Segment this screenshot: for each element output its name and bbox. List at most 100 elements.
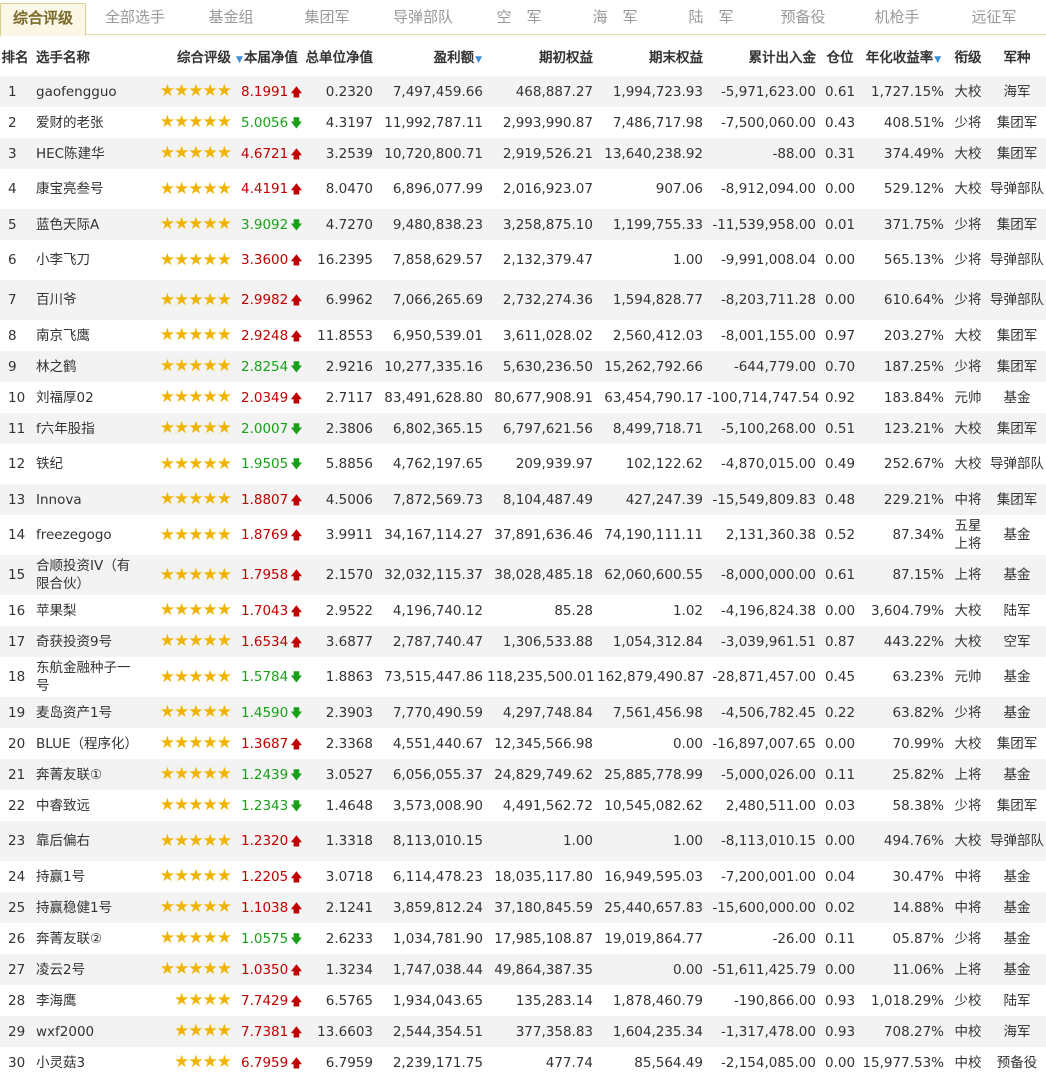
player-name-link[interactable]: 百川爷: [30, 280, 142, 320]
player-name-link[interactable]: BLUE（程序化）: [30, 728, 142, 759]
total-nav-cell: 2.6233: [301, 923, 377, 954]
net-flow-cell: -15,549,809.83: [707, 484, 820, 515]
total-nav-cell: 6.5765: [301, 985, 377, 1016]
player-name-link[interactable]: 持赢1号: [30, 861, 142, 892]
arrow-down-icon: 🡇: [290, 457, 303, 471]
player-name-link[interactable]: 合顺投资IV（有限合伙）: [30, 555, 142, 595]
player-name-link[interactable]: 小李飞刀: [30, 240, 142, 280]
nav-cell: 1.5784 🡇: [235, 657, 303, 697]
player-name-link[interactable]: 李海鹰: [30, 985, 142, 1016]
end-equity-cell: 1,878,460.79: [597, 985, 707, 1016]
position-cell: 0.43: [820, 107, 860, 138]
col-header-profit-label[interactable]: 盈利额: [434, 50, 475, 66]
total-nav-cell: 11.8553: [301, 320, 377, 351]
tab-group-army[interactable]: 集团军: [282, 0, 372, 34]
player-name-link[interactable]: 小灵菇3: [30, 1047, 142, 1078]
total-nav-cell: 2.9522: [301, 595, 377, 626]
branch-cell: 基金: [988, 759, 1046, 790]
rank-cell: 29: [0, 1016, 30, 1047]
player-name-link[interactable]: 中睿致远: [30, 790, 142, 821]
rank-title-cell: 中校: [948, 1047, 988, 1078]
player-name-link[interactable]: 爱财的老张: [30, 107, 142, 138]
col-header-profit[interactable]: 盈利额▼: [377, 35, 487, 76]
col-header-nav-label[interactable]: 本届净值: [244, 50, 298, 66]
table-row: 28 李海鹰 ★★★★ 7.7429 🡅 6.5765 1,934,043.65 135,28…: [0, 985, 1046, 1016]
col-header-nav[interactable]: ▼本届净值: [235, 35, 301, 76]
col-header-annual-label[interactable]: 年化收益率: [866, 50, 934, 66]
player-name-link[interactable]: 康宝亮叁号: [30, 169, 142, 209]
total-nav-cell: 5.8856: [301, 444, 377, 484]
tab-navy[interactable]: 海 军: [570, 0, 660, 34]
tab-reserve[interactable]: 预备役: [758, 0, 848, 34]
rank-title-cell: 少将: [948, 923, 988, 954]
star-icon: ★★★★★: [159, 830, 232, 851]
player-name-link[interactable]: 东航金融种子一号: [30, 657, 142, 697]
tab-all-players[interactable]: 全部选手: [90, 0, 180, 34]
arrow-down-icon: 🡇: [290, 767, 303, 782]
tab-expeditionary[interactable]: 远征军: [948, 0, 1040, 34]
table-row: 26 奔菁友联② ★★★★★ 1.0575 🡇 2.6233 1,034,781.90 17,…: [0, 923, 1046, 954]
tab-army[interactable]: 陆 军: [666, 0, 756, 34]
tab-overall-rating[interactable]: 综合评级: [0, 3, 86, 36]
player-name-link[interactable]: Innova: [30, 484, 142, 515]
start-equity-cell: 17,985,108.87: [487, 923, 597, 954]
nav-cell: 1.7043 🡅: [235, 595, 303, 626]
table-row: 13 Innova ★★★★★ 1.8807 🡅 4.5006 7,872,569.73 8,…: [0, 484, 1046, 515]
branch-cell: 导弹部队: [988, 280, 1046, 320]
rank-cell: 10: [0, 382, 30, 413]
nav-value: 3.9092: [241, 216, 289, 233]
player-name-link[interactable]: f六年股指: [30, 413, 142, 444]
star-icon: ★★★★★: [159, 702, 232, 722]
player-name-link[interactable]: 林之鹤: [30, 351, 142, 382]
player-name-link[interactable]: HEC陈建华: [30, 138, 142, 169]
star-icon: ★★★★★: [159, 143, 232, 163]
player-name-link[interactable]: 麦岛资产1号: [30, 697, 142, 728]
net-flow-cell: -8,001,155.00: [707, 320, 820, 351]
player-name-link[interactable]: 刘福厚02: [30, 382, 142, 413]
nav-cell: 1.2320 🡅: [235, 821, 303, 861]
table-row: 17 奇获投资9号 ★★★★★ 1.6534 🡅 3.6877 2,787,740.47 1,…: [0, 626, 1046, 657]
player-name-link[interactable]: 奔菁友联②: [30, 923, 142, 954]
player-name-link[interactable]: 南京飞鹰: [30, 320, 142, 351]
total-nav-cell: 0.2320: [301, 76, 377, 107]
net-flow-cell: -7,500,060.00: [707, 107, 820, 138]
col-header-annual-return[interactable]: 年化收益率▼: [860, 35, 948, 76]
player-name-link[interactable]: gaofengguo: [30, 76, 142, 107]
profit-cell: 6,802,365.15: [377, 413, 487, 444]
tab-missile-force[interactable]: 导弹部队: [378, 0, 468, 34]
sort-arrow-icon[interactable]: ▼: [236, 55, 243, 65]
rank-cell: 18: [0, 657, 30, 697]
profit-cell: 3,859,812.24: [377, 892, 487, 923]
tab-fund-group[interactable]: 基金组: [186, 0, 276, 34]
player-name-link[interactable]: 奇获投资9号: [30, 626, 142, 657]
tab-machine-gunner[interactable]: 机枪手: [852, 0, 942, 34]
rank-cell: 5: [0, 209, 30, 240]
nav-value: 8.1991: [241, 83, 289, 100]
player-name-link[interactable]: 奔菁友联①: [30, 759, 142, 790]
table-row: 3 HEC陈建华 ★★★★★ 4.6721 🡅 3.2539 10,720,800.71 2,…: [0, 138, 1046, 169]
player-name-link[interactable]: 靠后偏右: [30, 821, 142, 861]
table-row: 12 铁纪 ★★★★★ 1.9505 🡇 5.8856 4,762,197.65 209,93…: [0, 444, 1046, 484]
sort-arrow-icon[interactable]: ▼: [475, 55, 482, 65]
player-name-link[interactable]: 持赢稳健1号: [30, 892, 142, 923]
player-name-link[interactable]: wxf2000: [30, 1016, 142, 1047]
profit-cell: 6,950,539.01: [377, 320, 487, 351]
player-name-link[interactable]: 凌云2号: [30, 954, 142, 985]
tab-air-force[interactable]: 空 军: [474, 0, 564, 34]
nav-cell: 1.8769 🡅: [235, 515, 303, 555]
sort-arrow-icon[interactable]: ▼: [934, 55, 941, 65]
rating-stars: ★★★★★: [142, 626, 235, 657]
rating-stars: ★★★★★: [142, 923, 235, 954]
player-name-link[interactable]: 蓝色天际A: [30, 209, 142, 240]
start-equity-cell: 2,919,526.21: [487, 138, 597, 169]
player-name-link[interactable]: 铁纪: [30, 444, 142, 484]
player-name-link[interactable]: 苹果梨: [30, 595, 142, 626]
branch-cell: 陆军: [988, 595, 1046, 626]
player-name-link[interactable]: freezegogo: [30, 515, 142, 555]
col-header-rating-label[interactable]: 综合评级: [177, 50, 231, 66]
col-header-rating[interactable]: 综合评级: [142, 35, 235, 76]
position-cell: 0.00: [820, 954, 860, 985]
start-equity-cell: 49,864,387.35: [487, 954, 597, 985]
net-flow-cell: -8,912,094.00: [707, 169, 820, 209]
end-equity-cell: 1,594,828.77: [597, 280, 707, 320]
